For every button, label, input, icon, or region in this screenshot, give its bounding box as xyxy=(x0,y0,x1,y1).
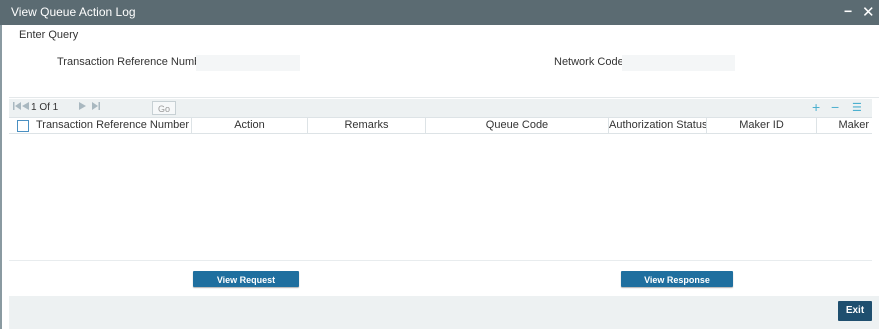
column-header[interactable]: Queue Code xyxy=(426,118,609,133)
add-row-icon[interactable]: + xyxy=(812,99,820,115)
page-indicator: 1 Of 1 xyxy=(31,102,59,113)
single-view-icon[interactable]: ☰ xyxy=(852,101,862,114)
network-code-input[interactable] xyxy=(622,55,735,71)
column-header[interactable]: Remarks xyxy=(308,118,426,133)
prev-page-icon[interactable] xyxy=(22,102,29,112)
column-header[interactable]: Transaction Reference Number xyxy=(34,118,192,133)
remove-row-icon[interactable]: − xyxy=(831,99,839,115)
grid-toolbar: 1 Of 1 Go + − ☰ xyxy=(9,99,872,117)
view-response-message-button[interactable]: View Response Message xyxy=(621,271,733,301)
column-header[interactable]: Authorization Status xyxy=(609,118,707,133)
close-icon[interactable]: ✕ xyxy=(862,3,875,21)
exit-button[interactable]: Exit xyxy=(838,301,872,321)
query-section: Enter Query Transaction Reference Number… xyxy=(9,25,879,98)
first-page-icon[interactable] xyxy=(13,102,21,112)
query-section-title: Enter Query xyxy=(19,29,79,41)
last-page-icon[interactable] xyxy=(92,102,100,112)
column-header[interactable]: Maker xyxy=(817,118,872,133)
grid-body xyxy=(9,134,872,261)
footer-bar: Exit xyxy=(9,296,879,329)
minimize-icon[interactable]: − xyxy=(844,3,852,19)
view-request-message-button[interactable]: View Request Message xyxy=(193,271,299,301)
txn-ref-input[interactable] xyxy=(196,55,300,71)
grid-header: Transaction Reference Number Action Rema… xyxy=(9,117,872,134)
window-title: View Queue Action Log xyxy=(11,5,136,19)
column-header[interactable]: Maker ID xyxy=(707,118,817,133)
window-border xyxy=(0,25,2,329)
go-button[interactable]: Go xyxy=(152,101,176,115)
network-code-label: Network Code xyxy=(554,56,624,68)
column-header[interactable]: Action xyxy=(192,118,308,133)
window-titlebar: View Queue Action Log − ✕ xyxy=(0,0,879,25)
next-page-icon[interactable] xyxy=(79,102,86,112)
select-all-checkbox[interactable] xyxy=(17,120,29,132)
txn-ref-label: Transaction Reference Number xyxy=(57,56,211,68)
